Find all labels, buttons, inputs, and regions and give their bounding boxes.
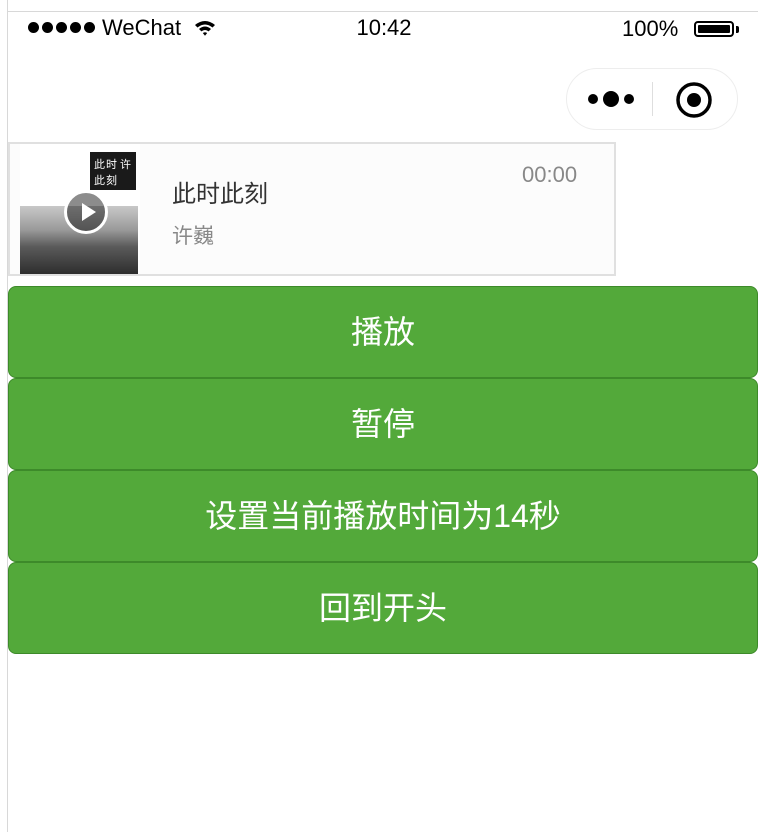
battery-percent: 100% xyxy=(622,16,679,41)
menu-capsule xyxy=(566,68,738,130)
stamp-char: 刻 xyxy=(106,174,117,187)
battery-tip xyxy=(736,26,739,33)
left-edge xyxy=(0,0,8,832)
pause-button[interactable]: 暂停 xyxy=(8,378,758,470)
play-button[interactable]: 播放 xyxy=(8,286,758,378)
play-icon[interactable] xyxy=(64,190,108,234)
capsule-divider xyxy=(652,82,653,116)
stamp-char: 许 xyxy=(120,158,131,171)
seek-14s-button[interactable]: 设置当前播放时间为14秒 xyxy=(8,470,758,562)
battery-icon xyxy=(694,21,734,37)
audio-poster: 此 时 许 此 刻 xyxy=(20,144,140,274)
audio-name: 此时此刻 xyxy=(172,181,268,208)
restart-button[interactable]: 回到开头 xyxy=(8,562,758,654)
audio-author: 许巍 xyxy=(172,225,214,248)
more-icon[interactable] xyxy=(587,89,635,109)
stamp-char: 时 xyxy=(106,158,117,171)
stamp-char: 此 xyxy=(94,158,105,171)
stamp-char: 此 xyxy=(94,174,105,187)
target-icon[interactable] xyxy=(675,81,713,119)
top-edge xyxy=(0,0,758,12)
status-bar: WeChat 10:42 100% xyxy=(10,12,758,46)
audio-time: 00:00 xyxy=(522,162,578,187)
audio-player: 此 时 许 此 刻 此时此刻 许巍 00:00 xyxy=(8,142,616,276)
poster-stamp: 此 时 许 此 刻 xyxy=(90,152,136,190)
